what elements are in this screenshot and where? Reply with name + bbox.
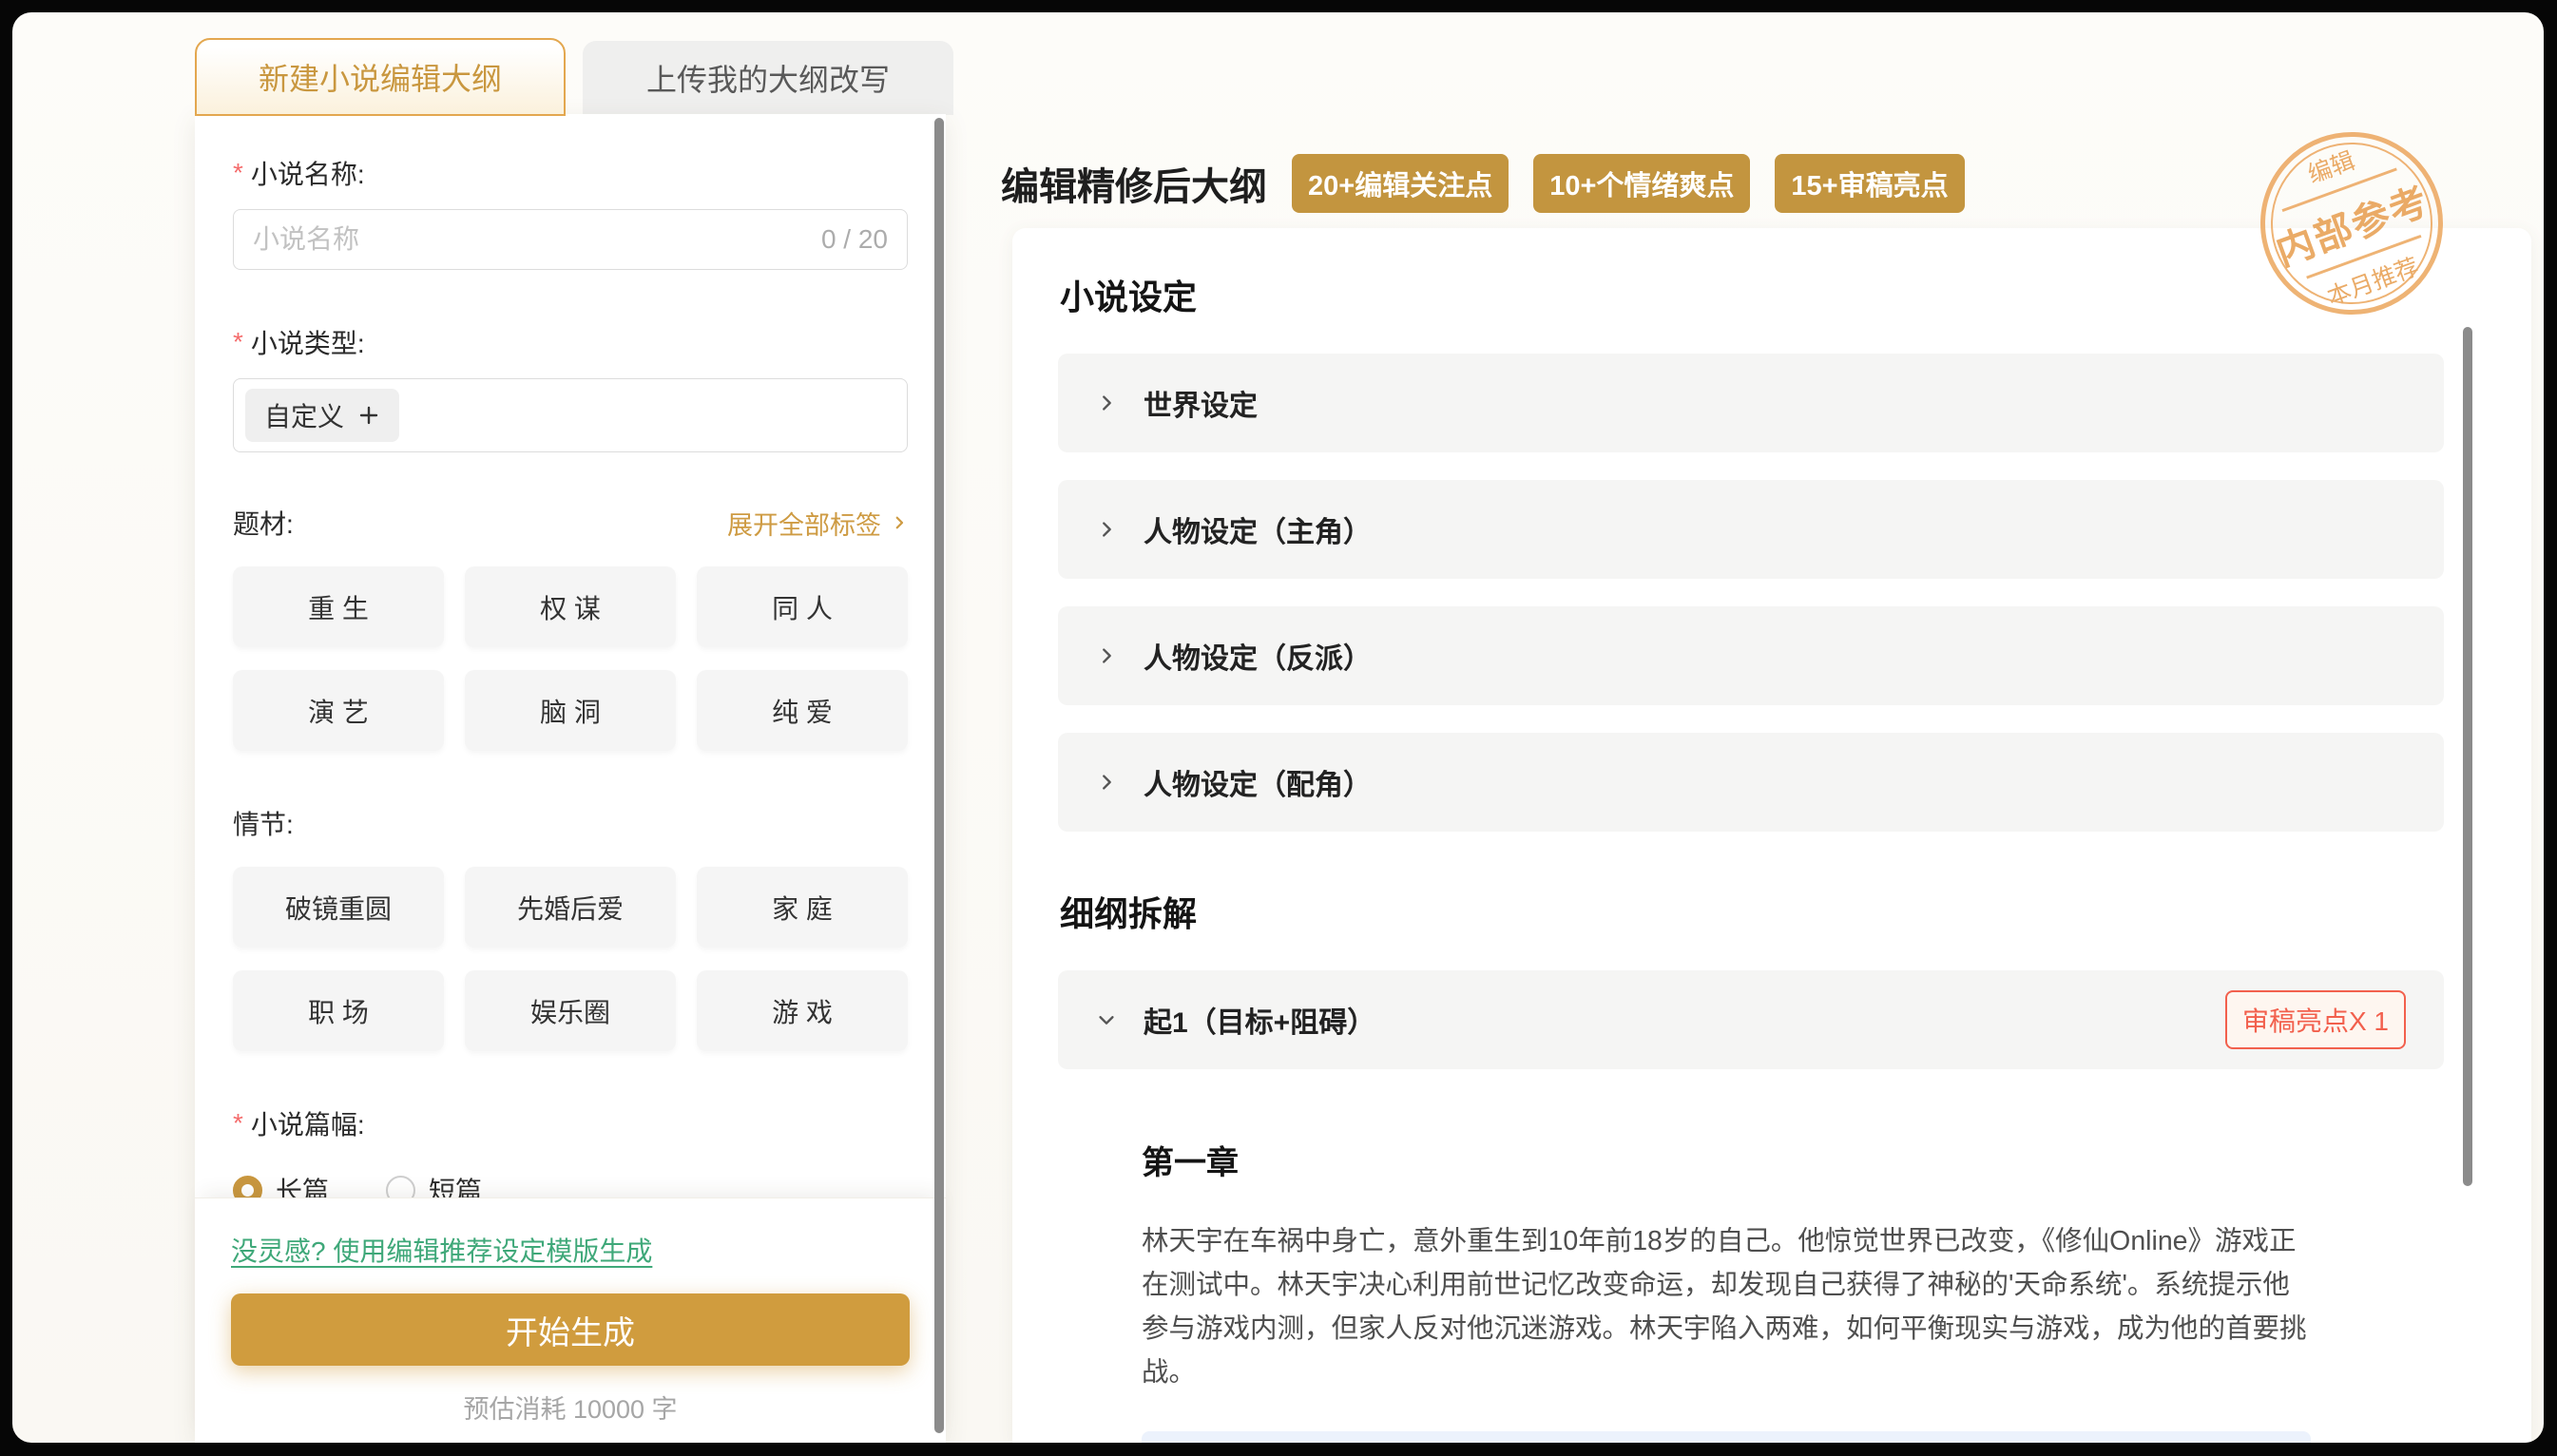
outline-header: 编辑精修后大纲 20+编辑关注点 10+个情绪爽点 15+审稿亮点 <box>1001 153 1965 214</box>
plot-label: 情节: <box>233 804 908 842</box>
accordion-character-supporting[interactable]: 人物设定（配角） <box>1058 733 2444 832</box>
stamp-divider <box>2282 167 2397 212</box>
chapter-title: 第一章 <box>1142 1137 2313 1183</box>
plus-icon <box>357 404 380 427</box>
length-label: * 小说篇幅: <box>233 1104 908 1142</box>
genre-tag[interactable]: 同 人 <box>697 566 908 647</box>
novel-settings-form: * 小说名称: 0 / 20 * 小说类型: 自定义 题材: <box>195 114 946 1209</box>
detail-breakdown-heading: 细纲拆解 <box>1060 887 2444 936</box>
plot-tag-grid: 破镜重圆 先婚后爱 家 庭 职 场 娱乐圈 游 戏 <box>233 867 908 1051</box>
novel-name-field[interactable]: 0 / 20 <box>233 209 908 270</box>
required-asterisk: * <box>233 327 243 357</box>
note-review-highlight: 审稿亮点：重生、系统、现实与游戏的冲突三大元素在开篇就已埋下伏笔，为后续剧情发展… <box>1142 1431 2311 1443</box>
novel-name-input[interactable] <box>253 224 808 255</box>
tab-new-outline-label: 新建小说编辑大纲 <box>259 55 502 99</box>
form-footer: 没灵感? 使用编辑推荐设定模版生成 开始生成 预估消耗 10000 字 <box>195 1197 946 1443</box>
chevron-right-icon <box>1096 393 1117 413</box>
genre-header-row: 题材: 展开全部标签 <box>233 504 908 542</box>
genre-tag-grid: 重 生 权 谋 同 人 演 艺 脑 洞 纯 爱 <box>233 566 908 751</box>
chevron-right-icon <box>891 514 908 531</box>
review-highlight-count-badge: 审稿亮点X 1 <box>2225 990 2406 1049</box>
chapter-one-section: 第一章 林天宇在车祸中身亡，意外重生到10年前18岁的自己。他惊觉世界已改变，《… <box>1058 1097 2313 1443</box>
novel-type-field[interactable]: 自定义 <box>233 378 908 452</box>
start-generate-button[interactable]: 开始生成 <box>231 1293 910 1366</box>
char-counter: 0 / 20 <box>821 224 888 255</box>
app-surface: 上传我的大纲改写 新建小说编辑大纲 * 小说名称: 0 / 20 * 小说类型:… <box>12 12 2544 1443</box>
chevron-right-icon <box>1096 519 1117 540</box>
badge-review-highlights: 15+审稿亮点 <box>1775 154 1964 213</box>
badge-editor-focus: 20+编辑关注点 <box>1292 154 1509 213</box>
genre-tag[interactable]: 权 谋 <box>465 566 676 647</box>
novel-name-label: * 小说名称: <box>233 154 908 192</box>
accordion-character-protagonist[interactable]: 人物设定（主角） <box>1058 480 2444 579</box>
chevron-right-icon <box>1096 645 1117 666</box>
chapter-summary: 林天宇在车祸中身亡，意外重生到10年前18岁的自己。他惊觉世界已改变，《修仙On… <box>1142 1219 2311 1395</box>
novel-settings-panel: * 小说名称: 0 / 20 * 小说类型: 自定义 题材: <box>195 114 946 1443</box>
plot-tag[interactable]: 娱乐圈 <box>465 970 676 1051</box>
genre-tag[interactable]: 脑 洞 <box>465 670 676 751</box>
novel-settings-heading: 小说设定 <box>1060 270 2444 319</box>
plot-tag[interactable]: 家 庭 <box>697 867 908 948</box>
page-title: 编辑精修后大纲 <box>1001 156 1267 211</box>
required-asterisk: * <box>233 158 243 188</box>
expand-all-tags-link[interactable]: 展开全部标签 <box>727 505 908 542</box>
chevron-right-icon <box>1096 772 1117 793</box>
plot-tag[interactable]: 职 场 <box>233 970 444 1051</box>
estimate-cost-text: 预估消耗 10000 字 <box>231 1389 910 1426</box>
outline-content-panel: 小说设定 世界设定 人物设定（主角） 人物设定（反派） 人物设定（配角） 细 <box>1012 228 2531 1443</box>
right-panel-scrollbar[interactable] <box>2463 327 2472 1186</box>
custom-type-chip[interactable]: 自定义 <box>245 389 399 442</box>
genre-tag[interactable]: 演 艺 <box>233 670 444 751</box>
left-panel-scrollbar[interactable] <box>934 118 944 1433</box>
tab-upload-rewrite-label: 上传我的大纲改写 <box>646 56 890 100</box>
plot-tag[interactable]: 游 戏 <box>697 970 908 1051</box>
genre-label: 题材: <box>233 504 294 542</box>
plot-tag[interactable]: 破镜重圆 <box>233 867 444 948</box>
use-editor-template-link[interactable]: 没灵感? 使用编辑推荐设定模版生成 <box>231 1231 652 1269</box>
accordion-character-antagonist[interactable]: 人物设定（反派） <box>1058 606 2444 705</box>
plot-tag[interactable]: 先婚后爱 <box>465 867 676 948</box>
badge-emotion-points: 10+个情绪爽点 <box>1533 154 1750 213</box>
chevron-down-icon <box>1096 1009 1117 1030</box>
genre-tag[interactable]: 纯 爱 <box>697 670 908 751</box>
accordion-world-setting[interactable]: 世界设定 <box>1058 354 2444 452</box>
stamp-top-text: 编辑 <box>2302 142 2358 190</box>
novel-type-label: * 小说类型: <box>233 323 908 361</box>
required-asterisk: * <box>233 1108 243 1139</box>
accordion-act1-expanded[interactable]: 起1（目标+阻碍） 审稿亮点X 1 <box>1058 970 2444 1069</box>
tab-new-outline[interactable]: 新建小说编辑大纲 <box>195 38 566 116</box>
genre-tag[interactable]: 重 生 <box>233 566 444 647</box>
tab-upload-rewrite[interactable]: 上传我的大纲改写 <box>583 41 953 115</box>
